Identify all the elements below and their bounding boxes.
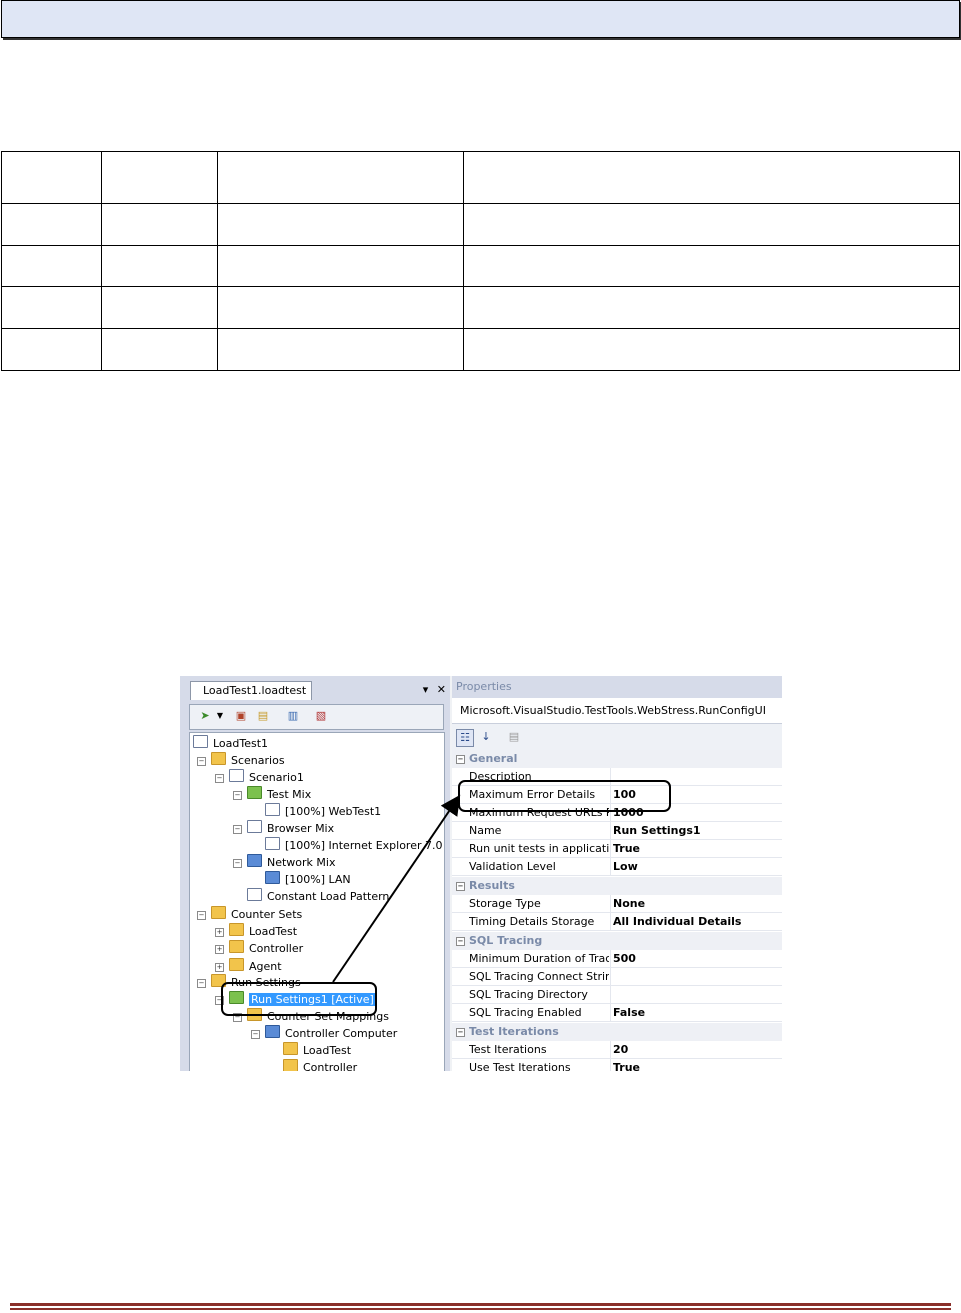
footer-rule — [10, 1303, 951, 1306]
table-row — [1, 151, 960, 204]
header-bar — [1, 0, 960, 38]
empty-table — [1, 151, 960, 371]
table-row — [1, 245, 960, 287]
callout-arrow — [332, 794, 461, 983]
footer-rule — [10, 1308, 951, 1310]
table-row — [1, 286, 960, 329]
table-row — [1, 203, 960, 246]
vs-screenshot: LoadTest1.loadtest ▾ ✕ ➤ ▼ ▣ ▤ ▥ ▧ LoadT… — [180, 676, 782, 1071]
table-row — [1, 328, 960, 371]
